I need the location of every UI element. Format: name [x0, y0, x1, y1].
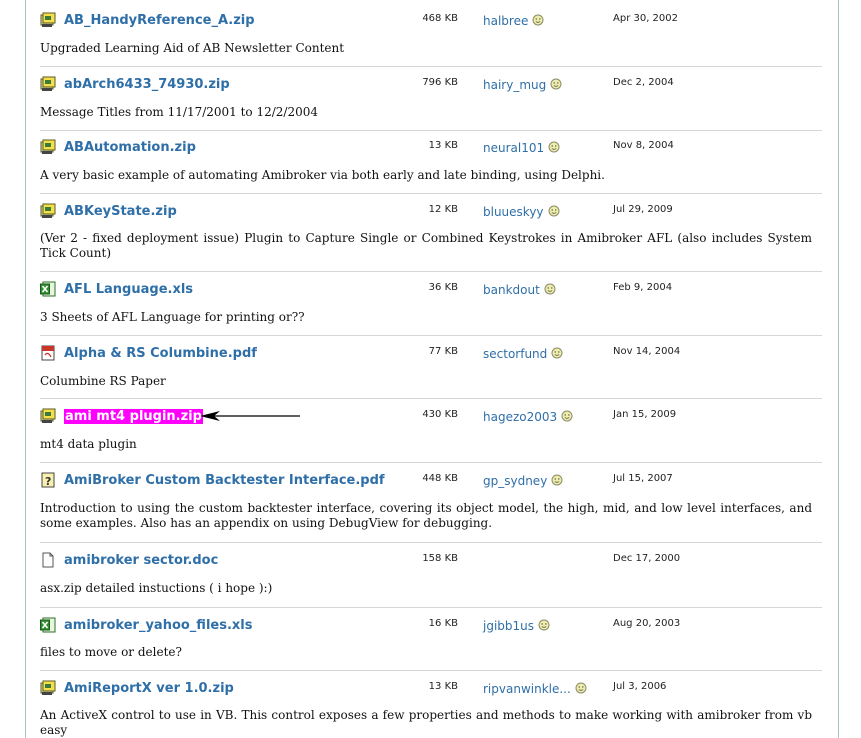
- user-status-icon: [538, 619, 550, 631]
- file-description: files to move or delete?: [40, 645, 182, 659]
- uploader-link[interactable]: halbree: [483, 14, 544, 28]
- file-size: 796 KB: [422, 77, 458, 88]
- file-size: 158 KB: [422, 553, 458, 564]
- uploader-name[interactable]: halbree: [483, 14, 528, 28]
- uploader-link[interactable]: jgibb1us: [483, 619, 550, 633]
- row-separator: [40, 66, 822, 67]
- zip-file-icon: [40, 12, 56, 28]
- file-description: Columbine RS Paper: [40, 374, 166, 388]
- zip-file-icon: [40, 139, 56, 155]
- file-name-link[interactable]: Alpha & RS Columbine.pdf: [64, 346, 257, 361]
- file-description: Upgraded Learning Aid of AB Newsletter C…: [40, 41, 345, 55]
- uploader-name[interactable]: bankdout: [483, 283, 540, 297]
- arrow-annotation: [200, 411, 300, 421]
- file-size: 12 KB: [428, 204, 458, 215]
- file-name-link[interactable]: abArch6433_74930.zip: [64, 77, 230, 92]
- user-status-icon: [551, 474, 563, 486]
- upload-date: Jul 29, 2009: [613, 204, 673, 215]
- upload-date: Jan 15, 2009: [613, 409, 677, 420]
- row-separator: [40, 542, 822, 543]
- zip-file-icon: [40, 408, 56, 424]
- file-name-link[interactable]: AFL Language.xls: [64, 282, 193, 297]
- uploader-link[interactable]: bankdout: [483, 283, 556, 297]
- user-status-icon: [551, 347, 563, 359]
- file-size: 448 KB: [422, 473, 458, 484]
- excel-file-icon: [40, 617, 56, 633]
- row-separator: [40, 462, 822, 463]
- file-name-link[interactable]: ABKeyState.zip: [64, 204, 177, 219]
- file-size: 430 KB: [422, 409, 458, 420]
- file-description: (Ver 2 - fixed deployment issue) Plugin …: [40, 231, 812, 260]
- uploader-link[interactable]: neural101: [483, 141, 560, 155]
- uploader-name[interactable]: sectorfund: [483, 347, 547, 361]
- uploader-name[interactable]: jgibb1us: [483, 619, 534, 633]
- zip-file-icon: [40, 680, 56, 696]
- file-description: asx.zip detailed instuctions ( i hope ):…: [40, 581, 273, 595]
- pdf-file-icon: [40, 345, 56, 361]
- upload-date: Aug 20, 2003: [613, 618, 681, 629]
- upload-date: Nov 8, 2004: [613, 140, 674, 151]
- file-size: 13 KB: [428, 140, 458, 151]
- file-description: An ActiveX control to use in VB. This co…: [40, 708, 812, 737]
- row-separator: [40, 398, 822, 399]
- file-name-link[interactable]: ami mt4 plugin.zip: [64, 409, 203, 424]
- upload-date: Jul 15, 2007: [613, 473, 673, 484]
- upload-date: Dec 17, 2000: [613, 553, 681, 564]
- user-status-icon: [532, 14, 544, 26]
- file-name-link[interactable]: AmiBroker Custom Backtester Interface.pd…: [64, 473, 385, 488]
- file-size: 13 KB: [428, 681, 458, 692]
- upload-date: Jul 3, 2006: [613, 681, 667, 692]
- user-status-icon: [550, 78, 562, 90]
- file-description: 3 Sheets of AFL Language for printing or…: [40, 310, 305, 324]
- upload-date: Nov 14, 2004: [613, 346, 681, 357]
- file-name-link[interactable]: amibroker_yahoo_files.xls: [64, 618, 252, 633]
- user-status-icon: [548, 205, 560, 217]
- document-file-icon: [40, 552, 56, 568]
- file-name-link[interactable]: AmiReportX ver 1.0.zip: [64, 681, 234, 696]
- file-name-link[interactable]: ABAutomation.zip: [64, 140, 196, 155]
- file-description: mt4 data plugin: [40, 437, 137, 451]
- uploader-name[interactable]: hagezo2003: [483, 410, 557, 424]
- uploader-name[interactable]: hairy_mug: [483, 78, 546, 92]
- row-separator: [40, 271, 822, 272]
- uploader-name[interactable]: gp_sydney: [483, 474, 547, 488]
- uploader-link[interactable]: hagezo2003: [483, 410, 573, 424]
- uploader-name[interactable]: ripvanwinkle...: [483, 682, 571, 696]
- file-size: 36 KB: [428, 282, 458, 293]
- file-description: Introduction to using the custom backtes…: [40, 501, 812, 530]
- uploader-link[interactable]: ripvanwinkle...: [483, 682, 587, 696]
- file-description: A very basic example of automating Amibr…: [40, 168, 605, 182]
- user-status-icon: [561, 410, 573, 422]
- uploader-link[interactable]: gp_sydney: [483, 474, 563, 488]
- file-size: 16 KB: [428, 618, 458, 629]
- upload-date: Dec 2, 2004: [613, 77, 674, 88]
- zip-file-icon: [40, 76, 56, 92]
- upload-date: Feb 9, 2004: [613, 282, 673, 293]
- upload-date: Apr 30, 2002: [613, 13, 679, 24]
- user-status-icon: [548, 141, 560, 153]
- uploader-link[interactable]: bluueskyy: [483, 205, 560, 219]
- file-size: 468 KB: [422, 13, 458, 24]
- user-status-icon: [544, 283, 556, 295]
- row-separator: [40, 607, 822, 608]
- row-separator: [40, 335, 822, 336]
- file-name-link[interactable]: AB_HandyReference_A.zip: [64, 13, 255, 28]
- user-status-icon: [575, 682, 587, 694]
- file-size: 77 KB: [428, 346, 458, 357]
- row-separator: [40, 193, 822, 194]
- excel-file-icon: [40, 281, 56, 297]
- row-separator: [40, 670, 822, 671]
- uploader-link[interactable]: sectorfund: [483, 347, 563, 361]
- file-name-link[interactable]: amibroker sector.doc: [64, 553, 218, 568]
- row-separator: [40, 130, 822, 131]
- help-file-icon: ?: [40, 472, 56, 488]
- svg-text:?: ?: [45, 475, 51, 488]
- file-description: Message Titles from 11/17/2001 to 12/2/2…: [40, 105, 318, 119]
- uploader-link[interactable]: hairy_mug: [483, 78, 562, 92]
- uploader-name[interactable]: neural101: [483, 141, 544, 155]
- uploader-name[interactable]: bluueskyy: [483, 205, 544, 219]
- zip-file-icon: [40, 203, 56, 219]
